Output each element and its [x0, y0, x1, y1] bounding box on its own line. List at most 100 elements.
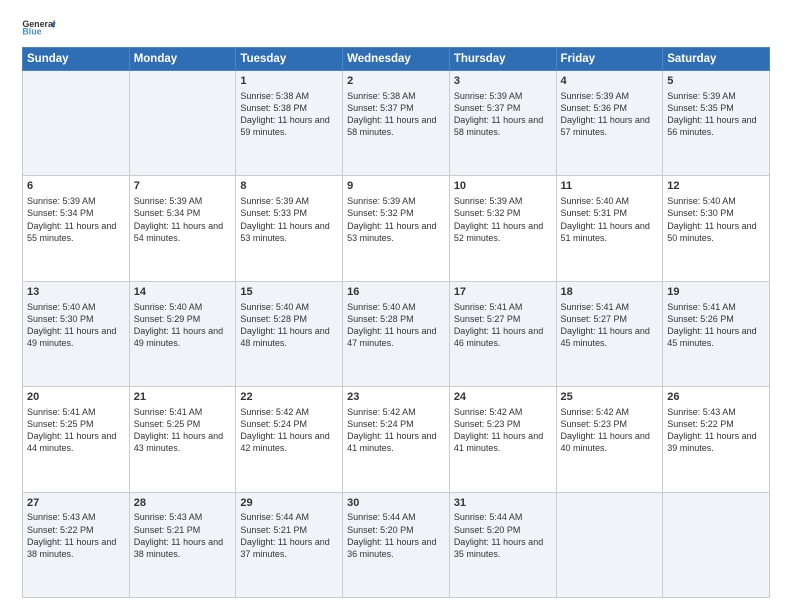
sunset: Sunset: 5:22 PM: [27, 525, 94, 535]
daylight: Daylight: 11 hours and 56 minutes.: [667, 115, 756, 137]
daylight: Daylight: 11 hours and 44 minutes.: [27, 431, 116, 453]
calendar-cell: 4 Sunrise: 5:39 AM Sunset: 5:36 PM Daylight…: [556, 71, 663, 176]
calendar-cell: 14Sunrise: 5:40 AMSunset: 5:29 PMDayligh…: [129, 281, 236, 386]
day-number: 3: [454, 74, 552, 89]
sunset: Sunset: 5:20 PM: [347, 525, 414, 535]
calendar-cell: 6Sunrise: 5:39 AMSunset: 5:34 PMDaylight…: [23, 176, 130, 281]
day-header-thursday: Thursday: [449, 48, 556, 71]
sunset: Sunset: 5:30 PM: [667, 208, 734, 218]
day-header-friday: Friday: [556, 48, 663, 71]
sunset: Sunset: 5:20 PM: [454, 525, 521, 535]
day-number: 29: [240, 496, 338, 511]
sunset: Sunset: 5:28 PM: [240, 314, 307, 324]
calendar-cell: 21 Sunrise: 5:41 AM Sunset: 5:25 PM Dayligh…: [129, 387, 236, 492]
sunset: Sunset: 5:35 PM: [667, 103, 734, 113]
calendar-cell: 27Sunrise: 5:43 AMSunset: 5:22 PMDayligh…: [23, 492, 130, 597]
calendar-cell: 2Sunrise: 5:38 AMSunset: 5:37 PMDaylight…: [343, 71, 450, 176]
sunrise: Sunrise: 5:44 AM: [240, 512, 309, 522]
sunrise: Sunrise: 5:41 AM: [561, 302, 630, 312]
day-number: 28: [134, 496, 232, 511]
daylight: Daylight: 11 hours and 39 minutes.: [667, 431, 756, 453]
sunrise: Sunrise: 5:39 AM: [667, 91, 736, 101]
daylight: Daylight: 11 hours and 49 minutes.: [27, 326, 116, 348]
daylight: Daylight: 11 hours and 37 minutes.: [240, 537, 329, 559]
calendar-cell: 20Sunrise: 5:41 AMSunset: 5:25 PMDayligh…: [23, 387, 130, 492]
calendar-cell: 5 Sunrise: 5:39 AM Sunset: 5:35 PM Daylight…: [663, 71, 770, 176]
sunrise: Sunrise: 5:43 AM: [27, 512, 96, 522]
day-number: 21: [134, 390, 232, 405]
week-row-4: 20Sunrise: 5:41 AMSunset: 5:25 PMDayligh…: [23, 387, 770, 492]
sunrise: Sunrise: 5:39 AM: [454, 196, 523, 206]
day-number: 27: [27, 496, 125, 511]
day-number: 17: [454, 285, 552, 300]
sunrise: Sunrise: 5:41 AM: [667, 302, 736, 312]
calendar-cell: 12Sunrise: 5:40 AMSunset: 5:30 PMDayligh…: [663, 176, 770, 281]
day-header-monday: Monday: [129, 48, 236, 71]
day-number: 24: [454, 390, 552, 405]
calendar-cell: 8Sunrise: 5:39 AMSunset: 5:33 PMDaylight…: [236, 176, 343, 281]
daylight: Daylight: 11 hours and 50 minutes.: [667, 221, 756, 243]
sunset: Sunset: 5:28 PM: [347, 314, 414, 324]
daylight: Daylight: 11 hours and 53 minutes.: [347, 221, 436, 243]
daylight: Daylight: 11 hours and 55 minutes.: [27, 221, 116, 243]
header-row: SundayMondayTuesdayWednesdayThursdayFrid…: [23, 48, 770, 71]
sunrise: Sunrise: 5:40 AM: [27, 302, 96, 312]
day-number: 14: [134, 285, 232, 300]
daylight: Daylight: 11 hours and 51 minutes.: [561, 221, 650, 243]
day-number: 23: [347, 390, 445, 405]
daylight: Daylight: 11 hours and 57 minutes.: [561, 115, 650, 137]
sunrise: Sunrise: 5:40 AM: [561, 196, 630, 206]
day-number: 7: [134, 179, 232, 194]
calendar-cell: 23Sunrise: 5:42 AMSunset: 5:24 PMDayligh…: [343, 387, 450, 492]
day-number: 25: [561, 390, 659, 405]
week-row-1: 1Sunrise: 5:38 AMSunset: 5:38 PMDaylight…: [23, 71, 770, 176]
calendar-cell: [556, 492, 663, 597]
calendar-cell: 26Sunrise: 5:43 AMSunset: 5:22 PMDayligh…: [663, 387, 770, 492]
daylight: Daylight: 11 hours and 49 minutes.: [134, 326, 223, 348]
calendar-cell: 1Sunrise: 5:38 AMSunset: 5:38 PMDaylight…: [236, 71, 343, 176]
calendar-cell: 18Sunrise: 5:41 AMSunset: 5:27 PMDayligh…: [556, 281, 663, 386]
sunset: Sunset: 5:21 PM: [240, 525, 307, 535]
header: General Blue: [22, 18, 770, 39]
calendar-cell: 22Sunrise: 5:42 AMSunset: 5:24 PMDayligh…: [236, 387, 343, 492]
day-number: 8: [240, 179, 338, 194]
day-number: 5: [667, 74, 765, 89]
daylight: Daylight: 11 hours and 40 minutes.: [561, 431, 650, 453]
sunset: Sunset: 5:31 PM: [561, 208, 628, 218]
daylight: Daylight: 11 hours and 59 minutes.: [240, 115, 329, 137]
daylight: Daylight: 11 hours and 42 minutes.: [240, 431, 329, 453]
daylight: Daylight: 11 hours and 46 minutes.: [454, 326, 543, 348]
sunset: Sunset: 5:29 PM: [134, 314, 201, 324]
day-number: 22: [240, 390, 338, 405]
sunrise: Sunrise: 5:41 AM: [27, 407, 96, 417]
sunrise: Sunrise: 5:40 AM: [240, 302, 309, 312]
sunset: Sunset: 5:37 PM: [347, 103, 414, 113]
day-number: 4: [561, 74, 659, 89]
calendar-table: SundayMondayTuesdayWednesdayThursdayFrid…: [22, 47, 770, 598]
sunrise: Sunrise: 5:39 AM: [561, 91, 630, 101]
sunset: Sunset: 5:34 PM: [134, 208, 201, 218]
day-number: 19: [667, 285, 765, 300]
day-number: 16: [347, 285, 445, 300]
daylight: Daylight: 11 hours and 41 minutes.: [347, 431, 436, 453]
sunset: Sunset: 5:23 PM: [561, 419, 628, 429]
calendar-cell: 7Sunrise: 5:39 AMSunset: 5:34 PMDaylight…: [129, 176, 236, 281]
daylight: Daylight: 11 hours and 43 minutes.: [134, 431, 223, 453]
sunset: Sunset: 5:25 PM: [134, 419, 201, 429]
day-number: 10: [454, 179, 552, 194]
calendar-cell: [23, 71, 130, 176]
day-number: 1: [240, 74, 338, 89]
sunset: Sunset: 5:32 PM: [347, 208, 414, 218]
calendar-cell: 17Sunrise: 5:41 AMSunset: 5:27 PMDayligh…: [449, 281, 556, 386]
day-header-saturday: Saturday: [663, 48, 770, 71]
day-number: 12: [667, 179, 765, 194]
sunset: Sunset: 5:27 PM: [454, 314, 521, 324]
sunrise: Sunrise: 5:39 AM: [347, 196, 416, 206]
sunrise: Sunrise: 5:41 AM: [134, 407, 203, 417]
calendar-cell: 10Sunrise: 5:39 AMSunset: 5:32 PMDayligh…: [449, 176, 556, 281]
sunset: Sunset: 5:24 PM: [347, 419, 414, 429]
calendar-cell: 30Sunrise: 5:44 AMSunset: 5:20 PMDayligh…: [343, 492, 450, 597]
calendar-cell: 15Sunrise: 5:40 AMSunset: 5:28 PMDayligh…: [236, 281, 343, 386]
day-number: 11: [561, 179, 659, 194]
sunset: Sunset: 5:36 PM: [561, 103, 628, 113]
